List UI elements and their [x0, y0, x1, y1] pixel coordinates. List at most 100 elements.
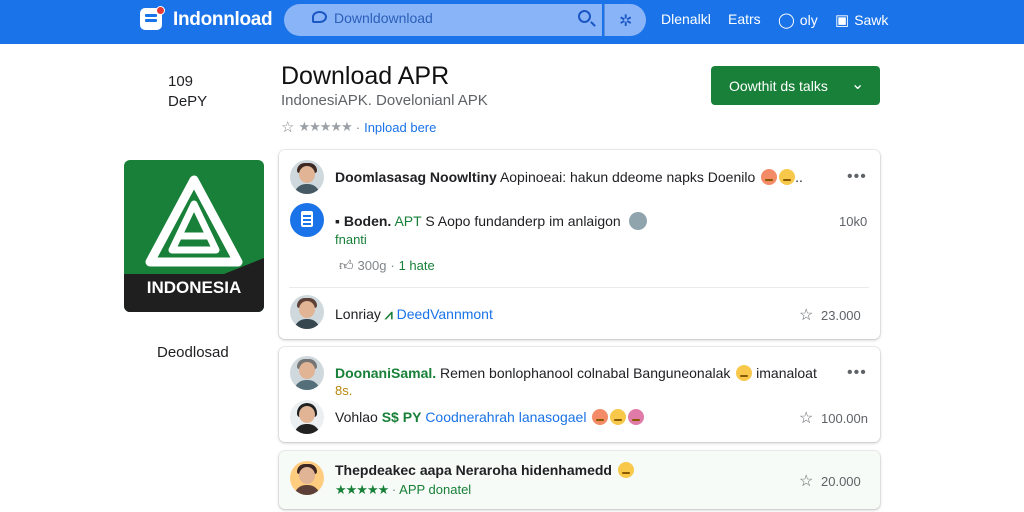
search-button[interactable]: ✲	[604, 4, 646, 36]
reply-text[interactable]: Coodnerahrah lanasogael	[425, 409, 586, 425]
nav-item-chat[interactable]: ◯ oly	[778, 11, 818, 29]
review-card: Thepdeakec aapa Neraroha hidenhamedd ★★★…	[279, 451, 880, 509]
emoji-icon	[610, 409, 627, 425]
avatar[interactable]	[290, 461, 324, 495]
search-icon[interactable]	[578, 10, 591, 23]
more-options-icon[interactable]: •••	[847, 168, 867, 186]
footer-line: Lonriay ⩘ DeedVannmont	[335, 306, 493, 323]
reply-line: Vohlao S$ PY Coodnerahrah lanasogael	[335, 409, 645, 425]
reply-line: ▪ Boden. APT S Aopo fundanderp im anlaig…	[335, 212, 647, 230]
avatar-body	[294, 424, 320, 434]
emoji-icon	[617, 462, 634, 478]
comment-text: Remen bonlophanool colnabal Banguneonala…	[440, 365, 731, 381]
side-line-2: DePY	[168, 93, 208, 110]
comment-author[interactable]: Doomlasasag Noowltiny	[335, 169, 497, 185]
avatar-face	[299, 166, 315, 183]
reply-count: 10k0	[839, 214, 868, 229]
document-icon	[290, 203, 324, 237]
footer-link[interactable]: DeedVannmont	[397, 306, 493, 322]
reply-tag: APT	[394, 213, 422, 229]
avatar-face	[299, 406, 315, 423]
comment-count: 20.000	[821, 474, 861, 489]
nav-item-2[interactable]: Eatrs	[728, 11, 761, 27]
more-options-icon[interactable]: •••	[847, 364, 867, 382]
comment-second-line: 8s.	[335, 383, 353, 398]
emoji-icon	[779, 169, 796, 185]
app-icon: INDONESIA	[124, 160, 264, 312]
avatar-body	[294, 184, 320, 194]
reply-tag: S$ PY	[381, 409, 422, 425]
thumbs-up-icon[interactable]: 👍︎	[339, 257, 354, 273]
comment-line: DoonaniSamal. Remen bonlophanool colnaba…	[335, 365, 817, 381]
emoji-icon	[628, 409, 645, 425]
comment-text: Aopinoeai: hakun ddeome napks Doenilo	[499, 169, 756, 185]
emoji-icon	[736, 365, 753, 381]
avatar-face	[299, 362, 315, 379]
avatar[interactable]	[290, 295, 324, 329]
nav-label: Sawk	[854, 12, 889, 28]
verified-icon: ⩘	[384, 306, 393, 322]
nav-label: oly	[799, 12, 818, 28]
chat-bubble-icon	[312, 11, 327, 23]
ellipsis: ..	[795, 169, 803, 185]
comment-line: Doomlasasag Noowltiny Aopinoeai: hakun d…	[335, 169, 803, 185]
avatar-body	[294, 485, 320, 495]
rating-stars: ★★★★★	[298, 119, 352, 134]
app-icon-label: INDONESIA	[146, 278, 242, 297]
notification-badge	[156, 6, 165, 15]
comment-meta: ★★★★★ · APP donatel	[335, 482, 471, 498]
avatar[interactable]	[290, 400, 324, 434]
star-outline-icon[interactable]: ☆	[799, 471, 813, 491]
reply-second-line: fnanti	[335, 232, 367, 247]
chat-icon: ◯	[778, 12, 795, 29]
mini-avatar	[628, 212, 647, 230]
avatar-face	[299, 301, 315, 318]
divider	[289, 287, 869, 288]
side-line-1: 109	[168, 73, 194, 90]
footer-author[interactable]: Lonriay	[335, 306, 381, 322]
install-button-label: Oowthit ds talks	[729, 77, 828, 94]
side-info: 109 DePY	[168, 72, 207, 112]
page-title: Download APR	[281, 62, 450, 90]
save-icon: ▣	[835, 12, 850, 29]
top-bar: Indonnload ✲ Dlenalkl Eatrs ◯ oly ▣ Sawk	[0, 0, 1024, 44]
avatar[interactable]	[290, 160, 324, 194]
meta-link[interactable]: APP donatel	[399, 482, 471, 497]
comment-author[interactable]: Thepdeakec aapa Neraroha hidenhamedd	[335, 462, 612, 478]
rating-stars: ★★★★★	[335, 482, 389, 497]
nav-label: Eatrs	[728, 11, 761, 27]
side-download-link[interactable]: Deodlosad	[157, 344, 229, 361]
likes-count: 300g	[357, 258, 387, 273]
emoji-icon	[761, 169, 778, 185]
install-button[interactable]: Oowthit ds talks ⌄	[711, 66, 880, 105]
rating-separator: ·	[355, 119, 361, 135]
page-subtitle: IndonesiAPK. Dovelonianl APK	[281, 92, 488, 109]
nav-item-save[interactable]: ▣ Sawk	[835, 11, 888, 29]
star-outline-icon[interactable]: ☆	[799, 305, 813, 325]
nav-item-1[interactable]: Dlenalkl	[661, 11, 711, 27]
logo-text[interactable]: Indonnload	[173, 9, 273, 31]
footer-count: 23.000	[821, 308, 861, 323]
comment-after: imanaloat	[756, 365, 817, 381]
reply-author[interactable]: Boden.	[344, 213, 391, 229]
star-outline-icon: ☆	[281, 119, 295, 136]
emoji-icon	[592, 409, 609, 425]
avatar-face	[299, 467, 315, 484]
avatar-body	[294, 380, 320, 390]
rating-row: ☆ ★★★★★ · Inpload bere	[281, 118, 436, 136]
search-input[interactable]	[334, 8, 564, 28]
reply-count: 100.00n	[821, 411, 868, 426]
reply-text: S Aopo fundanderp im anlaigon	[425, 213, 621, 229]
avatar-body	[294, 319, 320, 329]
star-outline-icon[interactable]: ☆	[799, 408, 813, 428]
avatar[interactable]	[290, 356, 324, 390]
meta-separator: ·	[391, 482, 397, 497]
rating-link[interactable]: Inpload bere	[364, 120, 436, 135]
actions-link[interactable]: 1 hate	[399, 258, 435, 273]
chevron-down-icon: ⌄	[851, 76, 865, 93]
actions-separator: ·	[390, 258, 395, 273]
sparkle-icon: ✲	[619, 13, 633, 30]
reply-author[interactable]: Vohlao	[335, 409, 378, 425]
comment-author[interactable]: DoonaniSamal.	[335, 365, 436, 381]
avatar-mini-icon: ▪	[335, 213, 340, 229]
